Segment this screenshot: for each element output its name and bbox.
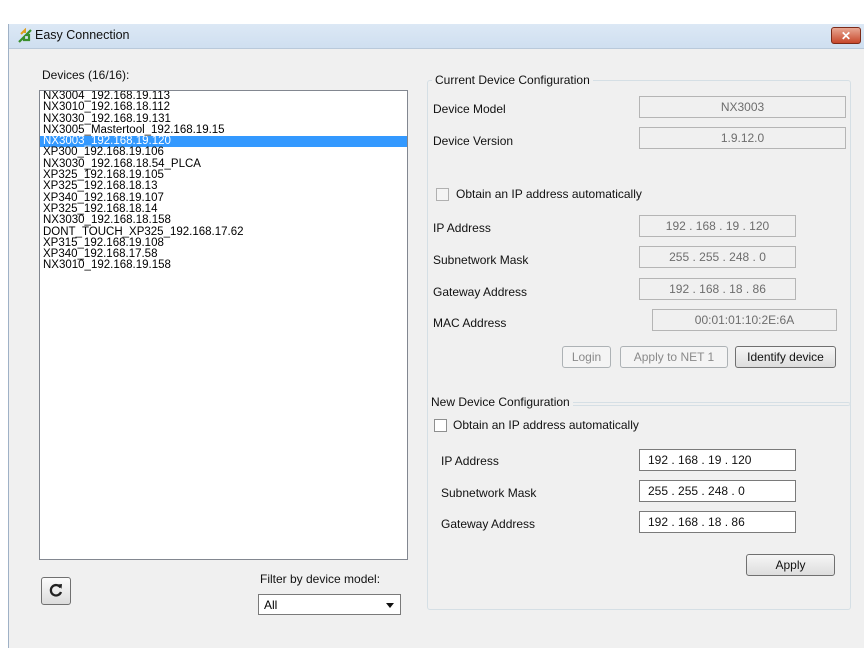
apply-to-net-button[interactable]: Apply to NET 1: [620, 346, 728, 368]
desktop: Easy Connection ✕ Devices (16/16): NX300…: [0, 0, 864, 648]
device-list-item[interactable]: NX3010_192.168.18.112: [40, 101, 407, 113]
filter-label: Filter by device model:: [260, 572, 381, 586]
current-gateway-field: 192 . 168 . 18 . 86: [639, 278, 796, 300]
current-obtain-ip-label: Obtain an IP address automatically: [456, 187, 642, 201]
mac-address-label: MAC Address: [433, 316, 507, 330]
devices-header: Devices (16/16):: [42, 68, 130, 82]
window-title: Easy Connection: [35, 28, 130, 42]
device-list-item[interactable]: NX3010_192.168.19.158: [40, 260, 407, 272]
new-obtain-ip-checkbox[interactable]: [434, 419, 447, 432]
device-list[interactable]: NX3004_192.168.19.113 NX3010_192.168.18.1…: [39, 90, 408, 560]
current-gateway-label: Gateway Address: [433, 285, 528, 299]
refresh-button[interactable]: [41, 577, 71, 605]
device-list-item[interactable]: NX3030_192.168.18.158: [40, 214, 407, 226]
title-bar[interactable]: Easy Connection ✕: [9, 24, 864, 49]
new-mask-label: Subnetwork Mask: [441, 486, 537, 500]
current-mask-label: Subnetwork Mask: [433, 253, 529, 267]
new-config-group: [427, 402, 851, 610]
identify-device-button[interactable]: Identify device: [735, 346, 836, 368]
app-arrows-icon: [17, 27, 33, 44]
new-ip-label: IP Address: [441, 454, 499, 468]
new-gateway-label: Gateway Address: [441, 517, 536, 531]
login-button[interactable]: Login: [562, 346, 611, 368]
current-obtain-ip-checkbox: [436, 188, 449, 201]
device-version-label: Device Version: [433, 134, 514, 148]
new-gateway-input[interactable]: 192 . 168 . 18 . 86: [639, 511, 796, 533]
close-button[interactable]: ✕: [831, 27, 861, 44]
filter-selected-value: All: [264, 598, 278, 612]
current-ip-label: IP Address: [433, 221, 491, 235]
mac-address-field: 00:01:01:10:2E:6A: [652, 309, 837, 331]
current-ip-field: 192 . 168 . 19 . 120: [639, 215, 796, 237]
new-mask-input[interactable]: 255 . 255 . 248 . 0: [639, 480, 796, 502]
device-model-filter-select[interactable]: All: [258, 594, 401, 615]
current-config-title: Current Device Configuration: [432, 73, 593, 87]
device-model-label: Device Model: [433, 102, 506, 116]
apply-button[interactable]: Apply: [746, 554, 835, 576]
easy-connection-window: Easy Connection ✕ Devices (16/16): NX300…: [8, 24, 864, 648]
new-ip-input[interactable]: 192 . 168 . 19 . 120: [639, 449, 796, 471]
chevron-down-icon: [386, 603, 394, 608]
device-version-field: 1.9.12.0: [639, 127, 846, 149]
device-list-item[interactable]: XP325_192.168.18.13: [40, 180, 407, 192]
device-model-field: NX3003: [639, 96, 846, 118]
current-mask-field: 255 . 255 . 248 . 0: [639, 246, 796, 268]
new-obtain-ip-label: Obtain an IP address automatically: [453, 418, 639, 432]
new-config-title: New Device Configuration: [428, 395, 573, 409]
refresh-icon: [48, 582, 64, 601]
